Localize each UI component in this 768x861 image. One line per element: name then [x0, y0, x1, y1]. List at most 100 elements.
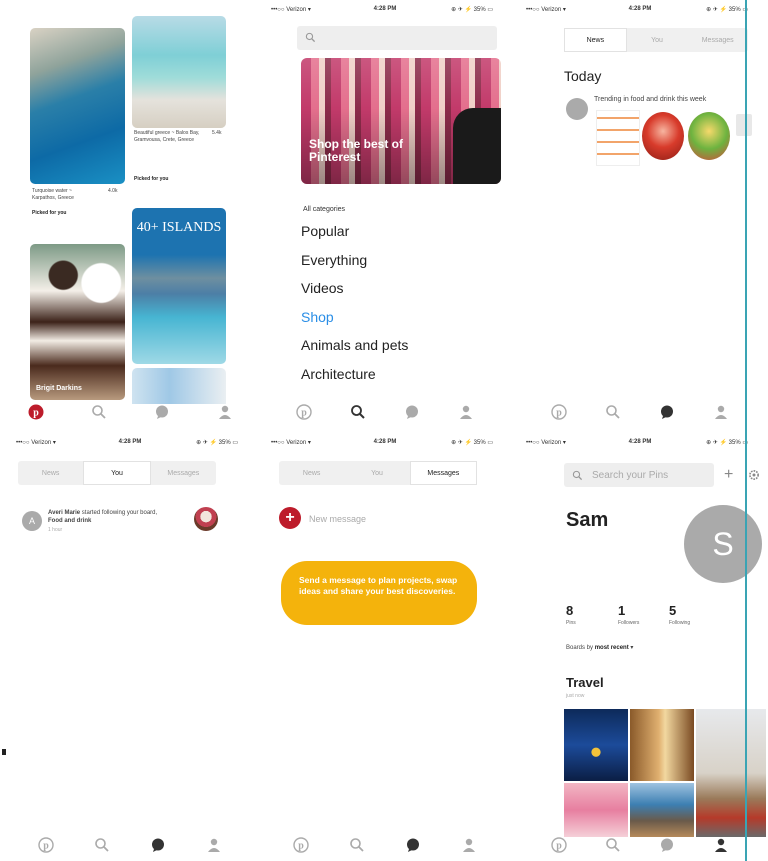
- tab-bar: p: [514, 833, 766, 857]
- status-bar: •••○○ Verizon ▾ 4:28 PM ⊕ ✈ ⚡ 35% ▭: [514, 4, 766, 16]
- profile-icon[interactable]: [711, 835, 731, 855]
- tab-you[interactable]: You: [344, 461, 409, 485]
- trending-icon: [566, 98, 588, 120]
- battery: ⊕ ✈ ⚡ 35% ▭: [706, 440, 748, 446]
- messages-icon[interactable]: [152, 402, 172, 422]
- trend-thumb-peppers[interactable]: [642, 112, 684, 160]
- pin-overlay-text: 40+ ISLANDS: [136, 220, 222, 235]
- trending-label: Trending in food and drink this week: [594, 96, 707, 103]
- shop-feature-banner[interactable]: Shop the best of Pinterest: [301, 58, 501, 184]
- pinterest-home-icon[interactable]: p: [549, 835, 569, 855]
- notification-board[interactable]: Food and drink: [48, 518, 91, 524]
- pin-40-islands[interactable]: 40+ ISLANDS: [132, 208, 226, 364]
- board-image: [564, 783, 628, 837]
- search-icon[interactable]: [89, 402, 109, 422]
- avatar[interactable]: A: [22, 511, 42, 531]
- board-image: [630, 783, 694, 837]
- pinterest-home-icon[interactable]: p: [291, 835, 311, 855]
- pinterest-home-icon[interactable]: p: [26, 402, 46, 422]
- plus-icon: +: [285, 509, 295, 526]
- stat-value: 5: [669, 603, 677, 618]
- status-bar: •••○○ Verizon ▾ 4:28 PM ⊕ ✈ ⚡ 35% ▭: [259, 4, 511, 16]
- messages-icon[interactable]: [657, 835, 677, 855]
- profile-icon[interactable]: [711, 402, 731, 422]
- pin-meta: 5.4k: [212, 130, 222, 136]
- stat-label: Following: [669, 620, 691, 626]
- tab-you[interactable]: You: [83, 461, 151, 485]
- svg-text:p: p: [298, 841, 304, 852]
- gear-icon[interactable]: [748, 469, 760, 481]
- search-input[interactable]: [297, 26, 497, 50]
- search-icon[interactable]: [347, 835, 367, 855]
- category-everything[interactable]: Everything: [301, 249, 408, 278]
- category-popular[interactable]: Popular: [301, 220, 408, 249]
- tab-messages[interactable]: Messages: [409, 461, 477, 485]
- status-bar: •••○○ Verizon ▾ 4:28 PM ⊕ ✈ ⚡ 35% ▭: [514, 437, 766, 449]
- status-bar: •••○○ Verizon ▾ 4:28 PM ⊕ ✈ ⚡ 35% ▭: [259, 437, 511, 449]
- categories-header: All categories: [303, 206, 346, 213]
- home-feed-screen: Turquoise water ~ Karpathos, Greece 4.0k…: [4, 0, 256, 428]
- stat-followers[interactable]: 1 Followers: [618, 603, 639, 626]
- boards-sort-dropdown[interactable]: Boards by most recent ▾: [566, 644, 633, 651]
- svg-text:p: p: [556, 408, 562, 419]
- pinterest-home-icon[interactable]: p: [549, 402, 569, 422]
- activity-tabs: News You Messages: [279, 461, 477, 485]
- pinterest-home-icon[interactable]: p: [294, 402, 314, 422]
- tab-bar: p: [4, 400, 256, 424]
- tab-news[interactable]: News: [279, 461, 344, 485]
- tab-news[interactable]: News: [564, 28, 627, 52]
- stat-following[interactable]: 5 Following: [669, 603, 690, 626]
- pin-turquoise-water[interactable]: [30, 28, 125, 184]
- profile-icon[interactable]: [459, 835, 479, 855]
- category-list: Popular Everything Videos Shop Animals a…: [301, 220, 408, 391]
- profile-icon[interactable]: [204, 835, 224, 855]
- pin-balos-bay[interactable]: [132, 16, 226, 128]
- trend-more[interactable]: [736, 114, 752, 136]
- svg-text:p: p: [556, 841, 562, 852]
- messages-icon[interactable]: [402, 402, 422, 422]
- section-title: Today: [564, 68, 602, 84]
- category-architecture[interactable]: Architecture: [301, 363, 408, 392]
- search-icon[interactable]: [92, 835, 112, 855]
- board-thumbnail[interactable]: [194, 507, 218, 531]
- add-pin-icon[interactable]: +: [724, 467, 733, 483]
- trend-thumb-infographic[interactable]: [596, 110, 640, 166]
- chevron-down-icon: ▾: [630, 645, 634, 651]
- profile-name: Sam: [566, 509, 609, 531]
- category-videos[interactable]: Videos: [301, 277, 408, 306]
- new-message-label[interactable]: New message: [309, 514, 366, 524]
- pinterest-home-icon[interactable]: p: [36, 835, 56, 855]
- messages-icon[interactable]: [148, 835, 168, 855]
- notification-actor[interactable]: Averi Marie: [48, 510, 80, 516]
- travel-board-grid[interactable]: [564, 709, 766, 837]
- trend-thumb-salad[interactable]: [688, 112, 730, 160]
- category-animals-and-pets[interactable]: Animals and pets: [301, 334, 408, 363]
- category-shop[interactable]: Shop: [301, 306, 408, 335]
- search-icon[interactable]: [603, 835, 623, 855]
- stat-label: Followers: [618, 620, 640, 626]
- pin-sub: Picked for you: [134, 176, 169, 182]
- pin-dessert[interactable]: Brigit Darkins: [30, 244, 125, 400]
- messages-icon[interactable]: [403, 835, 423, 855]
- board-image: [564, 709, 628, 781]
- search-icon[interactable]: [348, 402, 368, 422]
- stat-pins[interactable]: 8 Pins: [566, 603, 576, 626]
- you-screen: •••○○ Verizon ▾ 4:28 PM ⊕ ✈ ⚡ 35% ▭ News…: [4, 433, 256, 861]
- profile-icon[interactable]: [215, 402, 235, 422]
- tab-you[interactable]: You: [627, 28, 688, 52]
- avatar[interactable]: S: [684, 505, 762, 583]
- messages-icon[interactable]: [657, 402, 677, 422]
- svg-text:p: p: [301, 408, 307, 419]
- pin-santorini[interactable]: [132, 368, 226, 404]
- tab-messages[interactable]: Messages: [151, 461, 216, 485]
- search-icon: [572, 470, 583, 481]
- tab-news[interactable]: News: [18, 461, 83, 485]
- profile-icon[interactable]: [456, 402, 476, 422]
- board-title[interactable]: Travel: [566, 675, 604, 690]
- search-icon[interactable]: [603, 402, 623, 422]
- tab-messages[interactable]: Messages: [687, 28, 748, 52]
- new-message-button[interactable]: +: [279, 507, 301, 529]
- notification-action: started following your board,: [80, 510, 158, 516]
- search-icon: [305, 32, 316, 43]
- battery: ⊕ ✈ ⚡ 35% ▭: [706, 7, 748, 13]
